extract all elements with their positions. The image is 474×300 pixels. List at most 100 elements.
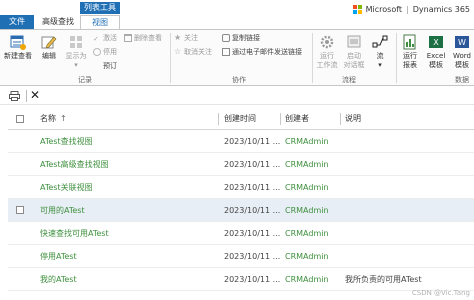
- follow-label: 关注: [184, 34, 198, 42]
- view-name-link[interactable]: ATest关联视图: [40, 176, 218, 198]
- flow-label: 流: [376, 52, 384, 60]
- run-workflow-label-1: 运行: [320, 52, 334, 60]
- row-checkbox-cell: [16, 199, 32, 221]
- view-name-link[interactable]: 快速查找可用ATest: [40, 222, 218, 244]
- word-template-label-2: 模板: [455, 61, 469, 69]
- run-workflow-label-2: 工作流: [316, 61, 338, 69]
- view-name-link[interactable]: 可用的ATest: [40, 199, 218, 221]
- follow-button[interactable]: ★ 关注: [174, 33, 198, 43]
- grid-toolbar: ✕: [0, 87, 474, 105]
- activate-button[interactable]: ✓ 激活: [93, 33, 117, 43]
- report-icon: [403, 34, 416, 50]
- created-by-link[interactable]: CRMAdmin: [285, 245, 340, 267]
- views-grid: 名称 ↑ 创建时间 创建者 说明 ATest查找视图 2023/10/11 ..…: [8, 108, 474, 291]
- created-on-cell: 2023/10/11 ...: [224, 205, 281, 215]
- tab-advanced-find[interactable]: 高级查找: [38, 16, 78, 28]
- email-link-label: 通过电子邮件发送链接: [232, 48, 302, 56]
- created-by-link[interactable]: CRMAdmin: [285, 153, 340, 175]
- microsoft-logo-icon: [352, 4, 362, 14]
- description-cell: [345, 176, 474, 198]
- view-name-link[interactable]: ATest查找视图: [40, 130, 218, 152]
- start-dialog-label-2: 对话框: [343, 61, 365, 69]
- created-by-link[interactable]: CRMAdmin: [285, 199, 340, 221]
- table-row[interactable]: 停用ATest 2023/10/11 ... CRMAdmin: [8, 245, 474, 268]
- copy-link-button[interactable]: 复制链接: [222, 33, 260, 43]
- row-checkbox[interactable]: [16, 206, 24, 214]
- select-all-checkbox-cell: [16, 108, 32, 129]
- description-cell: [345, 199, 474, 221]
- column-divider[interactable]: [340, 113, 341, 125]
- created-by-link[interactable]: CRMAdmin: [285, 268, 340, 290]
- email-icon: [222, 48, 230, 56]
- created-on-cell: 2023/10/11 ...: [224, 159, 281, 169]
- table-row-selected[interactable]: 可用的ATest 2023/10/11 ... CRMAdmin: [8, 199, 474, 222]
- created-on-cell: 2023/10/11 ...: [224, 274, 281, 284]
- delete-view-button[interactable]: 删除查看: [124, 33, 162, 43]
- new-view-label: 新建查看: [4, 52, 32, 60]
- excel-template-button[interactable]: X Excel 模板: [424, 34, 448, 70]
- start-dialog-button[interactable]: 启动 对话框: [341, 34, 367, 70]
- workflow-gear-icon: [320, 35, 334, 49]
- run-report-label-1: 运行: [403, 52, 417, 60]
- column-header-created-on[interactable]: 创建时间: [224, 108, 280, 129]
- table-row[interactable]: ATest查找视图 2023/10/11 ... CRMAdmin: [8, 130, 474, 153]
- column-divider[interactable]: [280, 113, 281, 125]
- view-name-link[interactable]: 停用ATest: [40, 245, 218, 267]
- run-workflow-button[interactable]: 运行 工作流: [314, 34, 340, 70]
- table-row[interactable]: ATest关联视图 2023/10/11 ... CRMAdmin: [8, 176, 474, 199]
- grid-header: 名称 ↑ 创建时间 创建者 说明: [8, 108, 474, 130]
- description-cell: 我所负责的可用ATest: [345, 274, 422, 284]
- delete-icon[interactable]: ✕: [30, 88, 40, 102]
- svg-text:W: W: [458, 38, 466, 47]
- column-divider[interactable]: [218, 113, 219, 125]
- column-header-name-label: 名称: [40, 114, 56, 123]
- email-link-button[interactable]: 通过电子邮件发送链接: [222, 47, 302, 57]
- schedule-label: 预订: [103, 62, 117, 70]
- unfollow-button[interactable]: ☆ 取消关注: [174, 47, 212, 57]
- new-view-button[interactable]: 新建查看: [3, 34, 33, 61]
- select-all-checkbox[interactable]: [16, 114, 24, 123]
- table-row[interactable]: ATest高级查找视图 2023/10/11 ... CRMAdmin: [8, 153, 474, 176]
- column-header-name[interactable]: 名称 ↑: [40, 108, 218, 129]
- word-template-button[interactable]: W Word 模板: [450, 34, 474, 70]
- brand-product: Dynamics 365: [412, 4, 470, 14]
- view-name-link[interactable]: 我的ATest: [40, 268, 218, 290]
- delete-view-label: 删除查看: [134, 34, 162, 42]
- description-cell: [345, 245, 474, 267]
- run-report-button[interactable]: 运行 报表: [399, 34, 421, 70]
- column-header-created-by[interactable]: 创建者: [285, 108, 340, 129]
- description-cell: [345, 130, 474, 152]
- schedule-button[interactable]: 预订: [93, 61, 117, 71]
- view-name-link[interactable]: ATest高级查找视图: [40, 153, 218, 175]
- description-cell: [345, 222, 474, 244]
- group-label-data: 数据: [455, 76, 469, 84]
- created-on-cell: 2023/10/11 ...: [224, 251, 281, 261]
- created-by-link[interactable]: CRMAdmin: [285, 176, 340, 198]
- tab-view[interactable]: 视图: [80, 15, 120, 29]
- column-header-description[interactable]: 说明: [345, 108, 474, 129]
- checkmark-icon: ✓: [93, 35, 99, 43]
- ribbon-divider: [396, 33, 397, 83]
- chevron-down-icon: ▾: [74, 61, 78, 69]
- watermark: CSDN @Vic.Tang: [411, 289, 470, 297]
- deactivate-button[interactable]: 停用: [93, 47, 117, 57]
- excel-template-label-1: Excel: [426, 52, 446, 60]
- show-as-button[interactable]: 显示为 ▾: [62, 34, 90, 70]
- schedule-icon: [93, 62, 101, 70]
- created-by-link[interactable]: CRMAdmin: [285, 222, 340, 244]
- flow-button[interactable]: 流 ▾: [368, 34, 392, 70]
- created-on-cell: 2023/10/11 ...: [224, 182, 281, 192]
- edit-button[interactable]: 编辑: [38, 34, 60, 61]
- table-row[interactable]: 快速查找可用ATest 2023/10/11 ... CRMAdmin: [8, 222, 474, 245]
- excel-template-label-2: 模板: [429, 61, 443, 69]
- ribbon-divider: [312, 33, 313, 83]
- table-row[interactable]: 我的ATest 2023/10/11 ... CRMAdmin 我所负责的可用A…: [8, 268, 474, 291]
- created-on-cell: 2023/10/11 ...: [224, 136, 281, 146]
- start-dialog-label-1: 启动: [347, 52, 361, 60]
- unfollow-label: 取消关注: [184, 48, 212, 56]
- tab-file[interactable]: 文件: [0, 15, 34, 29]
- new-view-icon: [10, 35, 26, 50]
- print-icon[interactable]: [9, 91, 20, 101]
- unstar-icon: ☆: [174, 47, 182, 56]
- created-by-link[interactable]: CRMAdmin: [285, 130, 340, 152]
